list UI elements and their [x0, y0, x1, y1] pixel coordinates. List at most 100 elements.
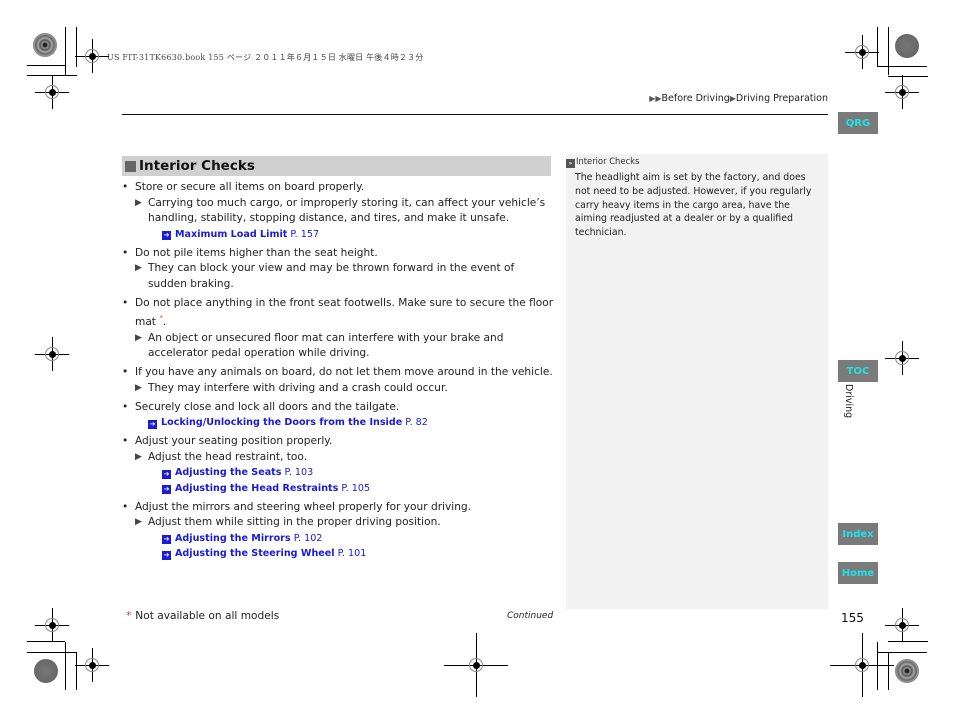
list-item: • Store or secure all items on board pro…	[122, 180, 554, 242]
section-title: Interior Checks	[139, 158, 255, 174]
cross-reference-link[interactable]: ➔ Adjusting the Steering Wheel P. 101	[148, 546, 554, 562]
link-arrow-icon: ➔	[162, 550, 171, 560]
triangle-right-icon: ▶	[135, 197, 142, 208]
index-tab-button[interactable]: Index	[838, 523, 878, 545]
double-chevron-icon: »	[566, 158, 575, 168]
bullet-icon: •	[122, 246, 129, 259]
sub-item: ▶ Adjust the head restraint, too. ➔ Adjus…	[135, 450, 554, 497]
continued-label: Continued	[507, 611, 554, 621]
crop-mark-line	[888, 641, 928, 642]
xref-title[interactable]: Adjusting the Steering Wheel	[175, 548, 335, 559]
xref-title[interactable]: Locking/Unlocking the Doors from the Ins…	[161, 417, 402, 428]
bullet-icon: •	[122, 366, 129, 378]
triangle-right-icon: ▶	[135, 451, 142, 462]
xref-title[interactable]: Adjusting the Head Restraints	[175, 483, 338, 494]
sub-item: ▶ Carrying too much cargo, or improperly…	[135, 196, 554, 243]
cross-reference-link[interactable]: ➔ Adjusting the Mirrors P. 102	[148, 531, 554, 547]
crop-mark-line	[27, 641, 65, 642]
xref-page[interactable]: P. 105	[341, 483, 370, 494]
cross-reference-link[interactable]: ➔ Locking/Unlocking the Doors from the In…	[148, 415, 554, 431]
crop-mark-line	[76, 27, 77, 67]
list-item: • Do not pile items higher than the seat…	[122, 246, 554, 293]
sub-item: ▶ Adjust them while sitting in the prope…	[135, 515, 554, 562]
triangle-right-icon: ▶	[135, 517, 142, 527]
link-arrow-icon: ➔	[162, 535, 171, 544]
xref-page[interactable]: P. 101	[338, 548, 367, 559]
xref-title[interactable]: Adjusting the Mirrors	[175, 533, 291, 544]
sub-item-text: Adjust them while sitting in the proper …	[148, 516, 441, 528]
cross-reference-link[interactable]: ➔ Adjusting the Seats P. 103	[148, 465, 554, 481]
item-text: Securely close and lock all doors and th…	[135, 400, 400, 413]
list-item: • Do not place anything in the front sea…	[122, 296, 554, 362]
crop-mark-line	[76, 652, 77, 690]
sub-item: ▶ An object or unsecured floor mat can i…	[135, 331, 554, 362]
sub-item-text: Carrying too much cargo, or improperly s…	[148, 196, 546, 225]
sub-item-text: They can block your view and may be thro…	[148, 262, 515, 290]
cross-reference-link[interactable]: ➔ Adjusting the Head Restraints P. 105	[148, 481, 554, 497]
list-item: • Adjust the mirrors and steering wheel …	[122, 500, 554, 562]
crop-mark-line	[888, 76, 928, 77]
bullet-icon: •	[122, 181, 129, 193]
color-target-icon	[33, 33, 57, 57]
item-text: Adjust the mirrors and steering wheel pr…	[135, 500, 472, 513]
xref-page[interactable]: P. 82	[405, 417, 428, 428]
toc-tab-button[interactable]: TOC	[838, 360, 878, 382]
crop-mark-line	[27, 65, 65, 66]
sub-item: ▶ They can block your view and may be th…	[135, 261, 554, 292]
qrg-tab-button[interactable]: QRG	[838, 112, 878, 134]
footnote: * Not available on all models	[126, 610, 279, 622]
item-text: Store or secure all items on board prope…	[135, 181, 365, 193]
xref-page[interactable]: P. 102	[294, 533, 323, 544]
side-note-body: The headlight aim is set by the factory,…	[575, 172, 812, 239]
crop-mark-line	[65, 27, 66, 75]
link-arrow-icon: ➔	[162, 231, 171, 240]
print-header: US FIT-31TK6630.book 155 ページ ２０１１年６月１５日 …	[107, 53, 424, 62]
item-text: Do not pile items higher than the seat h…	[135, 246, 378, 259]
crop-mark-line	[888, 27, 889, 75]
triangle-right-icon: ▶	[135, 263, 142, 273]
xref-page[interactable]: P. 103	[285, 467, 314, 478]
crop-mark-line	[877, 66, 927, 67]
header-rule	[122, 114, 828, 115]
triangle-right-icon: ▶	[135, 382, 142, 393]
crop-mark-line	[877, 652, 927, 653]
xref-title[interactable]: Adjusting the Seats	[175, 467, 281, 478]
breadcrumb: ▶▶Before Driving▶Driving Preparation	[649, 93, 828, 104]
side-note-heading: » Interior Checks	[566, 156, 639, 168]
item-text: If you have any animals on board, do not…	[135, 366, 553, 378]
crop-mark-line	[877, 27, 878, 67]
color-target-icon	[34, 659, 58, 683]
asterisk-marker: *	[126, 610, 132, 622]
sub-item-text: Adjust the head restraint, too.	[148, 450, 308, 463]
item-text: Adjust your seating position properly.	[135, 435, 333, 447]
crop-mark-line	[65, 642, 66, 690]
sub-item: ▶ They may interfere with driving and a …	[135, 381, 554, 397]
list-item: • Securely close and lock all doors and …	[122, 400, 554, 431]
xref-container: ➔ Locking/Unlocking the Doors from the In…	[135, 415, 554, 431]
sub-item-text: An object or unsecured floor mat can int…	[148, 331, 504, 360]
cross-reference-link[interactable]: ➔ Maximum Load Limit P. 157	[148, 227, 554, 243]
breadcrumb-item-driving-preparation[interactable]: Driving Preparation	[736, 93, 828, 104]
link-arrow-icon: ➔	[162, 469, 171, 479]
page-number: 155	[841, 611, 864, 625]
xref-page[interactable]: P. 157	[290, 229, 319, 240]
footnote-text: Not available on all models	[135, 610, 280, 622]
triangle-right-icon: ▶	[135, 332, 142, 343]
item-text-end: .	[162, 316, 167, 328]
link-arrow-icon: ➔	[148, 419, 157, 429]
bullet-icon: •	[122, 435, 129, 447]
crop-mark-line	[877, 642, 878, 690]
crop-mark-line	[27, 652, 77, 653]
bullet-icon: •	[122, 400, 129, 413]
home-tab-button[interactable]: Home	[838, 562, 878, 584]
checks-list: • Store or secure all items on board pro…	[122, 180, 554, 565]
bullet-icon: •	[122, 296, 129, 309]
link-arrow-icon: ➔	[162, 485, 171, 494]
breadcrumb-item-before-driving[interactable]: Before Driving	[662, 93, 730, 104]
section-heading: Interior Checks	[122, 156, 551, 176]
list-item: • If you have any animals on board, do n…	[122, 365, 554, 396]
list-item: • Adjust your seating position properly.…	[122, 434, 554, 496]
xref-title[interactable]: Maximum Load Limit	[175, 229, 287, 240]
bullet-icon: •	[122, 500, 129, 513]
side-note-title: Interior Checks	[576, 156, 640, 166]
